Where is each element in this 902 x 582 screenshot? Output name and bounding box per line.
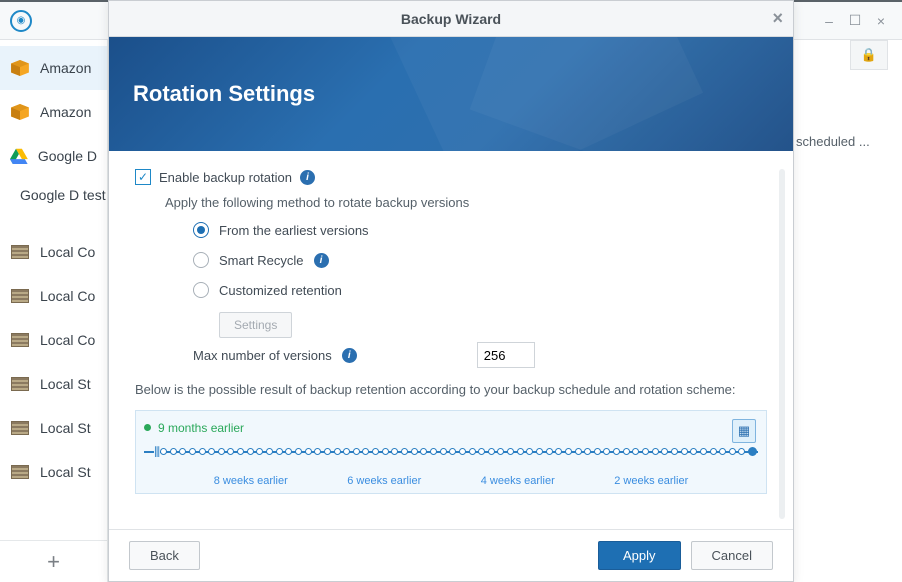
apply-method-text: Apply the following method to rotate bac… <box>165 195 767 210</box>
enable-rotation-label: Enable backup rotation <box>159 170 292 185</box>
radio-smart-recycle[interactable] <box>193 252 209 268</box>
back-button[interactable]: Back <box>129 541 200 570</box>
info-icon[interactable]: i <box>342 348 357 363</box>
radio-custom-label: Customized retention <box>219 283 342 298</box>
timeline-tick: 2 weeks earlier <box>585 475 719 487</box>
dialog-title: Backup Wizard <box>401 11 501 27</box>
dialog-titlebar: Backup Wizard × <box>109 1 793 37</box>
scrollbar[interactable] <box>779 169 785 519</box>
radio-earliest-versions[interactable] <box>193 222 209 238</box>
timeline-earliest-label: 9 months earlier <box>158 421 244 435</box>
apply-button[interactable]: Apply <box>598 541 681 570</box>
dialog-heading: Rotation Settings <box>133 81 315 107</box>
cancel-button[interactable]: Cancel <box>691 541 773 570</box>
timeline-tick: 8 weeks earlier <box>184 475 318 487</box>
timeline-tick: 6 weeks earlier <box>318 475 452 487</box>
dialog-footer: Back Apply Cancel <box>109 529 793 581</box>
timeline-dots <box>160 446 758 458</box>
retention-settings-button: Settings <box>219 312 292 338</box>
max-versions-label: Max number of versions <box>193 348 332 363</box>
dialog-banner: Rotation Settings <box>109 37 793 151</box>
retention-description: Below is the possible result of backup r… <box>135 380 767 400</box>
max-versions-input[interactable] <box>477 342 535 368</box>
dialog-close-button[interactable]: × <box>772 8 783 29</box>
radio-smart-label: Smart Recycle <box>219 253 304 268</box>
timeline-tick: 4 weeks earlier <box>451 475 585 487</box>
backup-wizard-dialog: Backup Wizard × Rotation Settings ✓ Enab… <box>108 0 794 582</box>
calendar-icon[interactable]: ▦ <box>732 419 756 443</box>
radio-customized-retention[interactable] <box>193 282 209 298</box>
enable-rotation-checkbox[interactable]: ✓ <box>135 169 151 185</box>
timeline-ticks: 8 weeks earlier 6 weeks earlier 4 weeks … <box>136 475 766 487</box>
timeline-earliest-marker <box>144 424 151 431</box>
info-icon[interactable]: i <box>314 253 329 268</box>
info-icon[interactable]: i <box>300 170 315 185</box>
retention-timeline: ▦ 9 months earlier ⦀ 8 weeks earlier 6 w… <box>135 410 767 494</box>
radio-earliest-label: From the earliest versions <box>219 223 369 238</box>
